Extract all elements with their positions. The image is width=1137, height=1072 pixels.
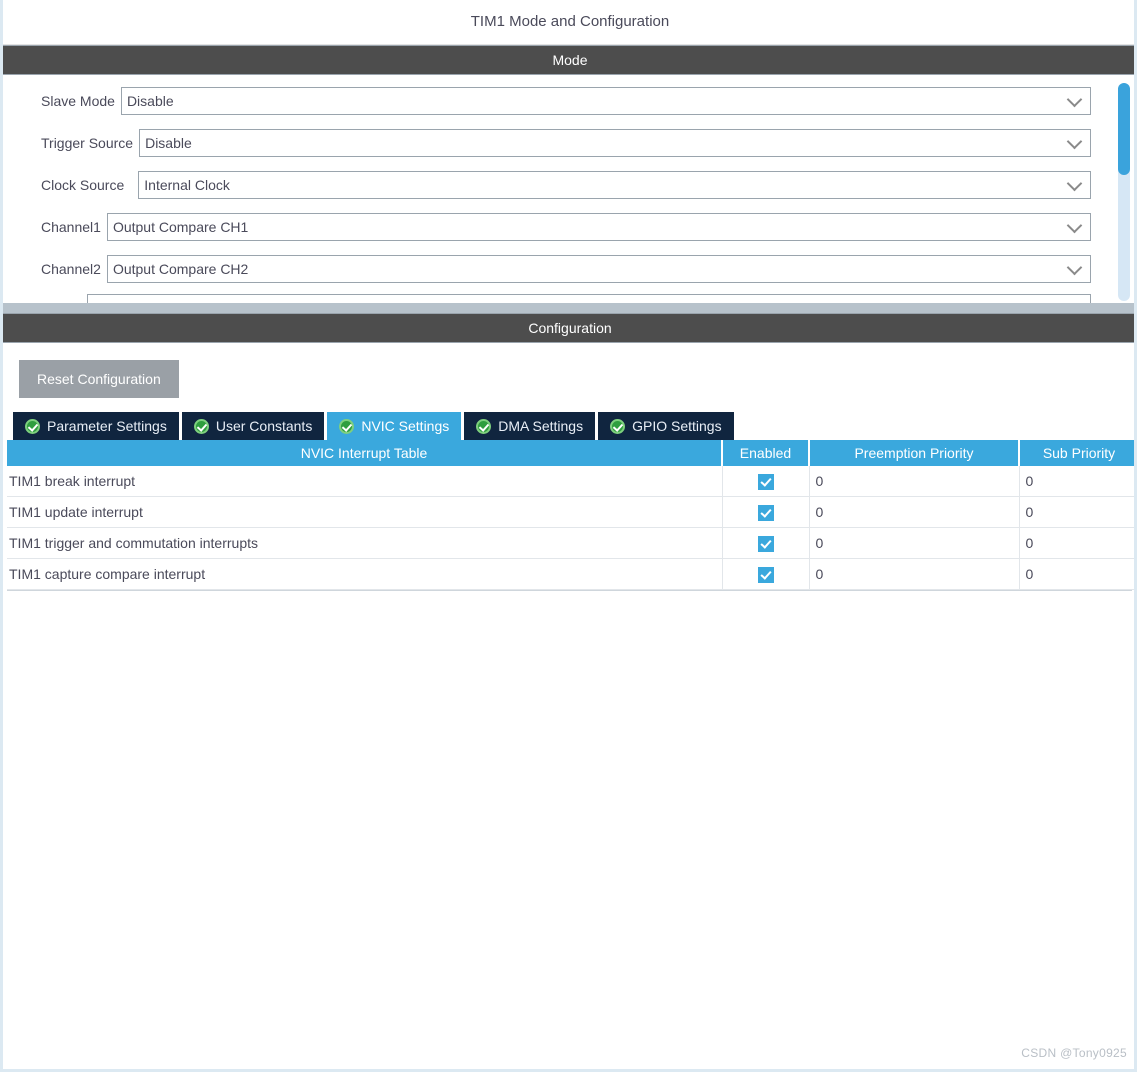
reset-button-container: Reset Configuration bbox=[3, 343, 1137, 412]
clock-source-dropdown[interactable]: Internal Clock bbox=[138, 171, 1091, 199]
enabled-cell[interactable] bbox=[722, 496, 810, 528]
tab-user-constants[interactable]: User Constants bbox=[181, 412, 325, 440]
configuration-panel: Reset Configuration Parameter Settings U… bbox=[3, 343, 1137, 1021]
green-check-icon bbox=[476, 418, 492, 434]
enabled-checkbox[interactable] bbox=[757, 566, 774, 583]
table-row[interactable]: TIM1 trigger and commutation interrupts … bbox=[7, 527, 1137, 559]
column-header-enabled[interactable]: Enabled bbox=[722, 440, 810, 466]
channel1-dropdown[interactable]: Output Compare CH1 bbox=[106, 213, 1091, 241]
preemption-priority-cell[interactable]: 0 bbox=[809, 496, 1020, 528]
tab-nvic-settings-label: NVIC Settings bbox=[361, 418, 450, 434]
chevron-down-icon bbox=[1066, 175, 1083, 192]
channel1-label: Channel1 bbox=[41, 219, 101, 235]
enabled-cell[interactable] bbox=[722, 466, 810, 497]
mode-panel-scrollbar-thumb[interactable] bbox=[1118, 83, 1130, 175]
sub-priority-cell[interactable]: 0 bbox=[1019, 558, 1137, 590]
trigger-source-dropdown[interactable]: Disable bbox=[139, 129, 1091, 157]
configuration-section-header: Configuration bbox=[3, 313, 1137, 343]
tab-dma-settings[interactable]: DMA Settings bbox=[464, 412, 596, 440]
channel2-dropdown[interactable]: Output Compare CH2 bbox=[106, 255, 1091, 283]
interrupt-name: TIM1 capture compare interrupt bbox=[7, 558, 723, 590]
table-header-row: NVIC Interrupt Table Enabled Preemption … bbox=[7, 440, 1137, 466]
mode-field-list: Slave Mode Disable Trigger Source Disabl… bbox=[3, 75, 1137, 303]
channel1-value: Output Compare CH1 bbox=[112, 219, 249, 235]
mode-field-slave-mode: Slave Mode Disable bbox=[3, 84, 1137, 118]
table-row[interactable]: TIM1 update interrupt 0 0 bbox=[7, 496, 1137, 528]
enabled-cell[interactable] bbox=[722, 558, 810, 590]
chevron-down-icon bbox=[1066, 217, 1083, 234]
sub-priority-cell[interactable]: 0 bbox=[1019, 496, 1137, 528]
panel-splitter[interactable] bbox=[3, 303, 1137, 313]
slave-mode-dropdown[interactable]: Disable bbox=[120, 87, 1091, 115]
sub-priority-cell[interactable]: 0 bbox=[1019, 527, 1137, 559]
enabled-cell[interactable] bbox=[722, 527, 810, 559]
interrupt-name: TIM1 update interrupt bbox=[7, 496, 723, 528]
slave-mode-value: Disable bbox=[126, 93, 174, 109]
reset-configuration-button[interactable]: Reset Configuration bbox=[19, 360, 179, 398]
preemption-priority-cell[interactable]: 0 bbox=[809, 558, 1020, 590]
green-check-icon bbox=[193, 418, 209, 434]
table-empty-area bbox=[3, 591, 1137, 1021]
table-row[interactable]: TIM1 capture compare interrupt 0 0 bbox=[7, 558, 1137, 590]
channel2-label: Channel2 bbox=[41, 261, 101, 277]
tab-user-constants-label: User Constants bbox=[215, 418, 313, 434]
mode-field-channel2: Channel2 Output Compare CH2 bbox=[3, 252, 1137, 286]
sub-priority-cell[interactable]: 0 bbox=[1019, 466, 1137, 497]
clock-source-label: Clock Source bbox=[41, 177, 125, 193]
configuration-tabs: Parameter Settings User Constants NVIC S… bbox=[3, 412, 1137, 440]
trigger-source-label: Trigger Source bbox=[41, 135, 134, 151]
mode-field-partial-dropdown[interactable] bbox=[87, 294, 1091, 303]
mode-section-header: Mode bbox=[3, 45, 1137, 75]
page-title: TIM1 Mode and Configuration bbox=[3, 0, 1137, 45]
chevron-down-icon bbox=[1066, 259, 1083, 276]
trigger-source-value: Disable bbox=[145, 135, 192, 151]
tim1-configuration-window: TIM1 Mode and Configuration Mode Slave M… bbox=[0, 0, 1137, 1072]
mode-field-trigger-source: Trigger Source Disable bbox=[3, 126, 1137, 160]
mode-panel-scrollbar[interactable] bbox=[1118, 83, 1130, 301]
interrupt-name: TIM1 break interrupt bbox=[7, 466, 723, 497]
nvic-interrupt-table: NVIC Interrupt Table Enabled Preemption … bbox=[7, 440, 1137, 590]
enabled-checkbox[interactable] bbox=[757, 535, 774, 552]
column-header-sub-priority[interactable]: Sub Priority bbox=[1019, 440, 1137, 466]
slave-mode-label: Slave Mode bbox=[41, 93, 115, 109]
tab-gpio-settings[interactable]: GPIO Settings bbox=[598, 412, 734, 440]
enabled-checkbox[interactable] bbox=[757, 473, 774, 490]
tab-parameter-settings[interactable]: Parameter Settings bbox=[13, 412, 179, 440]
enabled-checkbox[interactable] bbox=[757, 504, 774, 521]
mode-field-channel1: Channel1 Output Compare CH1 bbox=[3, 210, 1137, 244]
green-check-icon bbox=[25, 418, 40, 434]
mode-field-clock-source: Clock Source Internal Clock bbox=[3, 168, 1137, 202]
chevron-down-icon bbox=[1066, 91, 1083, 108]
column-header-nvic-interrupt-table[interactable]: NVIC Interrupt Table bbox=[7, 440, 723, 466]
tab-dma-settings-label: DMA Settings bbox=[498, 418, 584, 434]
tab-gpio-settings-label: GPIO Settings bbox=[632, 418, 722, 434]
green-check-icon bbox=[610, 418, 626, 434]
channel2-value: Output Compare CH2 bbox=[112, 261, 249, 277]
mode-panel: Slave Mode Disable Trigger Source Disabl… bbox=[3, 75, 1137, 303]
table-row[interactable]: TIM1 break interrupt 0 0 bbox=[7, 466, 1137, 497]
watermark-text: CSDN @Tony0925 bbox=[1021, 1046, 1127, 1060]
column-header-preemption-priority[interactable]: Preemption Priority bbox=[809, 440, 1020, 466]
tab-parameter-settings-label: Parameter Settings bbox=[47, 418, 167, 434]
interrupt-name: TIM1 trigger and commutation interrupts bbox=[7, 527, 723, 559]
green-check-icon bbox=[339, 418, 355, 434]
chevron-down-icon bbox=[1066, 133, 1083, 150]
preemption-priority-cell[interactable]: 0 bbox=[809, 466, 1020, 497]
clock-source-value: Internal Clock bbox=[144, 177, 230, 193]
preemption-priority-cell[interactable]: 0 bbox=[809, 527, 1020, 559]
tab-nvic-settings[interactable]: NVIC Settings bbox=[327, 412, 462, 440]
